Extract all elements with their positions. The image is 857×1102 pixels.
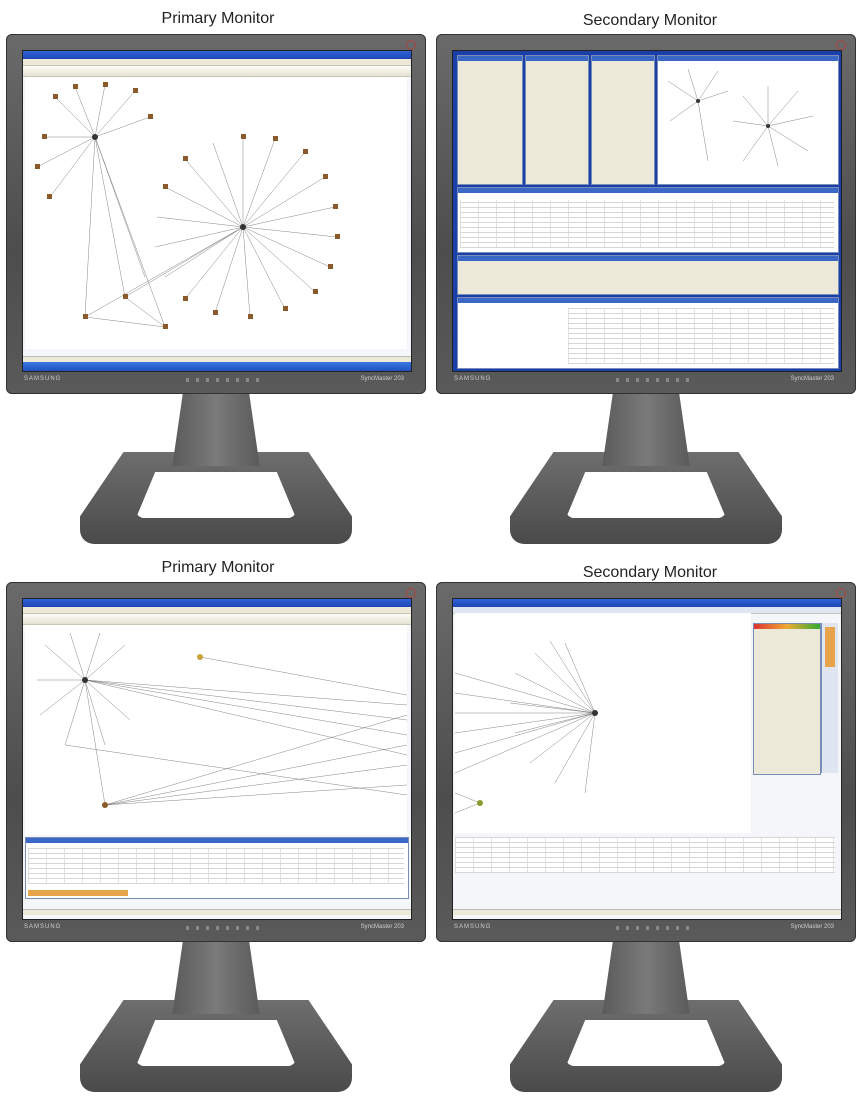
monitor-buttons[interactable] [616,926,696,930]
side-tabs[interactable] [821,623,838,773]
app-menubar [23,59,411,66]
panel-legend [753,623,821,775]
results-grid[interactable] [460,200,834,248]
windows-taskbar[interactable] [23,362,411,371]
power-icon[interactable] [406,40,416,50]
monitor-buttons[interactable] [616,378,696,382]
app-titlebar [453,599,841,607]
monitor-neck [602,942,690,1014]
power-icon[interactable] [836,588,846,598]
panel-results-table [25,837,409,899]
monitor-secondary-top: SAMSUNG SyncMaster 203 [436,34,856,554]
panel-timeline [457,255,839,295]
monitor-base-cutout [566,1020,726,1066]
network-graph [454,640,598,814]
caption-secondary-monitor-top: Secondary Monitor [582,12,718,29]
overview-graph [667,68,814,167]
panel-tabs[interactable] [28,890,128,896]
panel-filter [525,55,589,185]
monitor-primary-top: SAMSUNG SyncMaster 203 [6,34,426,554]
panel-search [457,55,523,185]
power-icon[interactable] [406,588,416,598]
app-statusbar [23,909,411,915]
screen [452,598,842,920]
monitor-brand: SAMSUNG [454,376,492,382]
monitor-brand: SAMSUNG [24,924,62,930]
network-graph [35,82,340,329]
monitor-brand: SAMSUNG [24,376,62,382]
caption-primary-monitor-top: Primary Monitor [161,10,275,27]
screen [452,50,842,372]
app-titlebar [23,599,411,607]
monitor-bezel: SAMSUNG SyncMaster 203 [436,34,856,394]
panel-options [591,55,655,185]
network-graph-canvas[interactable] [454,613,751,833]
monitor-buttons[interactable] [186,926,266,930]
results-grid[interactable] [28,848,404,884]
screen [22,598,412,920]
app-menubar [23,607,411,614]
monitor-buttons[interactable] [186,378,266,382]
monitor-model: SyncMaster 203 [790,376,834,382]
network-graph-canvas[interactable] [25,77,407,349]
app-toolbar [23,614,411,625]
details-grid[interactable] [568,308,834,364]
panel-overview [657,55,839,185]
monitor-primary-bottom: SAMSUNG SyncMaster 203 [6,582,426,1102]
monitor-model: SyncMaster 203 [790,924,834,930]
screen [22,50,412,372]
monitor-bezel: SAMSUNG SyncMaster 203 [6,34,426,394]
app-statusbar [453,909,841,915]
monitor-bezel: SAMSUNG SyncMaster 203 [436,582,856,942]
results-grid[interactable] [455,837,835,873]
caption-secondary-monitor-bottom: Secondary Monitor [582,564,718,581]
network-graph [37,632,408,808]
monitor-base-cutout [566,472,726,518]
monitor-base-cutout [136,472,296,518]
app-titlebar [23,51,411,59]
monitor-base-cutout [136,1020,296,1066]
panel-results-table [457,187,839,253]
app-toolbar [23,66,411,77]
monitor-bezel: SAMSUNG SyncMaster 203 [6,582,426,942]
monitor-neck [172,394,260,466]
monitor-secondary-bottom: SAMSUNG SyncMaster 203 [436,582,856,1102]
power-icon[interactable] [836,40,846,50]
caption-primary-monitor-bottom: Primary Monitor [161,559,275,576]
monitor-model: SyncMaster 203 [360,376,404,382]
monitor-model: SyncMaster 203 [360,924,404,930]
monitor-neck [602,394,690,466]
monitor-brand: SAMSUNG [454,924,492,930]
network-graph-canvas[interactable] [25,625,408,835]
panel-details [457,297,839,369]
monitor-neck [172,942,260,1014]
